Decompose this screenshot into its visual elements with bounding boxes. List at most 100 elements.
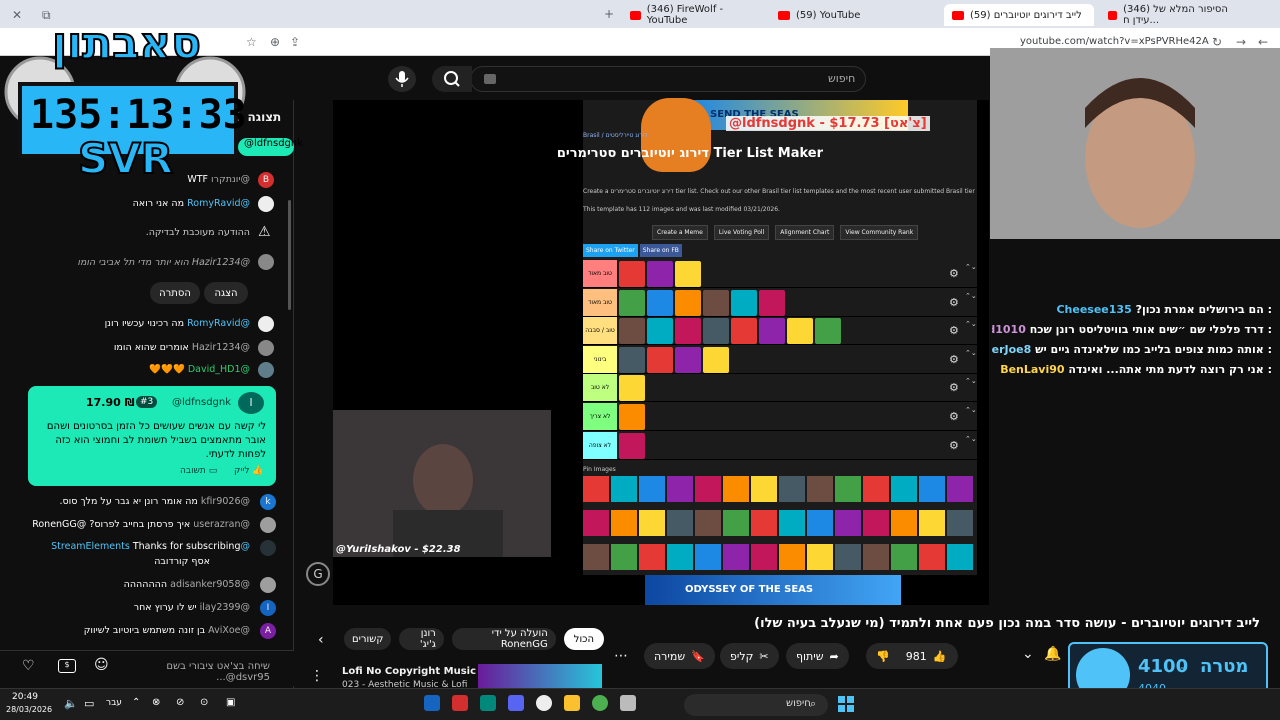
- hide-held-button[interactable]: הסתרה: [150, 282, 200, 304]
- window-close-icon[interactable]: ✕: [12, 8, 22, 22]
- chat-author[interactable]: @יונתקרו: [211, 174, 250, 185]
- pool-image[interactable]: [891, 544, 917, 570]
- url-text[interactable]: youtube.com/watch?v=xPsPVRHe42A: [1020, 36, 1209, 47]
- tier-image[interactable]: [703, 346, 729, 373]
- avatar[interactable]: [258, 254, 274, 270]
- tier-row[interactable]: טוב מאוד ⚙ ⌃⌄: [583, 260, 977, 288]
- pool-image[interactable]: [723, 544, 749, 570]
- pool-image[interactable]: [667, 544, 693, 570]
- share-fb-button[interactable]: Share on FB: [639, 244, 682, 257]
- pool-image[interactable]: [639, 544, 665, 570]
- tier-image[interactable]: [759, 289, 785, 316]
- tier-image[interactable]: [619, 432, 645, 459]
- network-icon[interactable]: ▭: [84, 697, 94, 710]
- notification-bell-icon[interactable]: 🔔: [1044, 646, 1061, 662]
- chip-ronen[interactable]: רונן ג'יג': [399, 628, 444, 650]
- pool-image[interactable]: [667, 510, 693, 536]
- taskbar-date[interactable]: 28/03/2026: [6, 705, 52, 714]
- tier-image[interactable]: [647, 261, 673, 287]
- tier-image[interactable]: [675, 318, 701, 345]
- pool-image[interactable]: [835, 476, 861, 502]
- task-view-icon[interactable]: [620, 695, 636, 711]
- tier-image[interactable]: [619, 346, 645, 373]
- pool-image[interactable]: [891, 476, 917, 502]
- pool-image[interactable]: [779, 476, 805, 502]
- tier-settings-gear-icon[interactable]: ⚙: [949, 381, 959, 394]
- tier-image[interactable]: [619, 289, 645, 316]
- pool-image[interactable]: [751, 510, 777, 536]
- pool-image[interactable]: [695, 544, 721, 570]
- show-held-button[interactable]: הצגה: [204, 282, 248, 304]
- super-chat-icon[interactable]: $: [58, 659, 76, 673]
- pool-image[interactable]: [863, 476, 889, 502]
- pool-image[interactable]: [639, 476, 665, 502]
- tier-row[interactable]: לא צריך ⚙ ⌃⌄: [583, 403, 977, 431]
- pool-image[interactable]: [583, 544, 609, 570]
- pool-image[interactable]: [807, 510, 833, 536]
- tier-move-arrows-icon[interactable]: ⌃⌄: [965, 434, 977, 444]
- file-explorer-icon[interactable]: [564, 695, 580, 711]
- avatar[interactable]: l: [238, 392, 264, 414]
- tier-settings-gear-icon[interactable]: ⚙: [949, 410, 959, 423]
- install-app-icon[interactable]: ⊕: [270, 35, 280, 49]
- pool-image[interactable]: [891, 510, 917, 536]
- superchat-author[interactable]: @ldfnsdgnk: [172, 397, 231, 408]
- voice-search-button[interactable]: [388, 66, 416, 92]
- avatar[interactable]: [260, 577, 276, 593]
- clip-button[interactable]: קליפ ✂: [720, 643, 779, 669]
- heart-icon[interactable]: ♡: [22, 658, 35, 674]
- tier-image[interactable]: [675, 289, 701, 316]
- pool-image[interactable]: [947, 544, 973, 570]
- tier-image[interactable]: [647, 346, 673, 373]
- more-actions-icon[interactable]: ⋯: [614, 648, 628, 664]
- tray-app-icon[interactable]: ▣: [226, 697, 235, 708]
- pool-image[interactable]: [919, 510, 945, 536]
- share-twitter-button[interactable]: Share on Twitter: [583, 244, 638, 257]
- tier-label[interactable]: טוב / סבבה: [583, 317, 617, 345]
- tier-image[interactable]: [675, 261, 701, 287]
- save-button[interactable]: שמירה 🔖: [644, 643, 715, 669]
- pool-image[interactable]: [807, 544, 833, 570]
- tier-image[interactable]: [647, 318, 673, 345]
- chat-author[interactable]: @ilay2399: [200, 602, 250, 613]
- pool-image[interactable]: [947, 510, 973, 536]
- pool-image[interactable]: [611, 476, 637, 502]
- chip-related[interactable]: קשורים: [344, 628, 392, 650]
- app-icon[interactable]: [480, 695, 496, 711]
- community-rank-button[interactable]: View Community Rank: [840, 225, 919, 240]
- tier-row[interactable]: טוב מאוד ⚙ ⌃⌄: [583, 288, 977, 317]
- chat-author[interactable]: @Hazir1234: [192, 257, 250, 268]
- taskbar-time[interactable]: 20:49: [12, 692, 38, 702]
- pool-image[interactable]: [667, 476, 693, 502]
- tier-image[interactable]: [759, 318, 785, 345]
- chrome-icon[interactable]: [592, 695, 608, 711]
- tier-label[interactable]: טוב מאוד: [583, 288, 617, 316]
- next-video-thumbnail[interactable]: [478, 664, 602, 688]
- tier-image[interactable]: [787, 318, 813, 345]
- tier-row[interactable]: לא טוב ⚙ ⌃⌄: [583, 374, 977, 403]
- pool-image[interactable]: [835, 510, 861, 536]
- tier-move-arrows-icon[interactable]: ⌃⌄: [965, 405, 977, 415]
- tier-row[interactable]: טוב / סבבה ⚙ ⌃⌄: [583, 317, 977, 346]
- tier-image[interactable]: [647, 289, 673, 316]
- tray-app-icon[interactable]: ⊙: [200, 697, 208, 708]
- tier-image[interactable]: [703, 318, 729, 345]
- chat-author[interactable]: @RomyRavid: [187, 318, 250, 329]
- pool-image[interactable]: [583, 476, 609, 502]
- tier-image[interactable]: [619, 318, 645, 345]
- pool-image[interactable]: [779, 544, 805, 570]
- tier-image[interactable]: [619, 404, 645, 430]
- pool-image[interactable]: [863, 544, 889, 570]
- reply-button[interactable]: תשובה ▭: [180, 466, 217, 476]
- pool-image[interactable]: [611, 510, 637, 536]
- share-page-icon[interactable]: ⇪: [290, 35, 300, 49]
- avatar[interactable]: [258, 196, 274, 212]
- like-button[interactable]: לייק 👍: [234, 466, 264, 476]
- browser-tab-4[interactable]: (346) FireWolf - YouTube: [622, 4, 762, 26]
- tier-image[interactable]: [731, 289, 757, 316]
- app-icon[interactable]: [452, 695, 468, 711]
- chip-uploader[interactable]: הועלה על ידי RonenGG: [451, 628, 556, 650]
- new-tab-icon[interactable]: +: [604, 7, 614, 21]
- ad-banner-bottom[interactable]: ODYSSEY OF THE SEAS: [645, 575, 901, 605]
- pool-image[interactable]: [919, 476, 945, 502]
